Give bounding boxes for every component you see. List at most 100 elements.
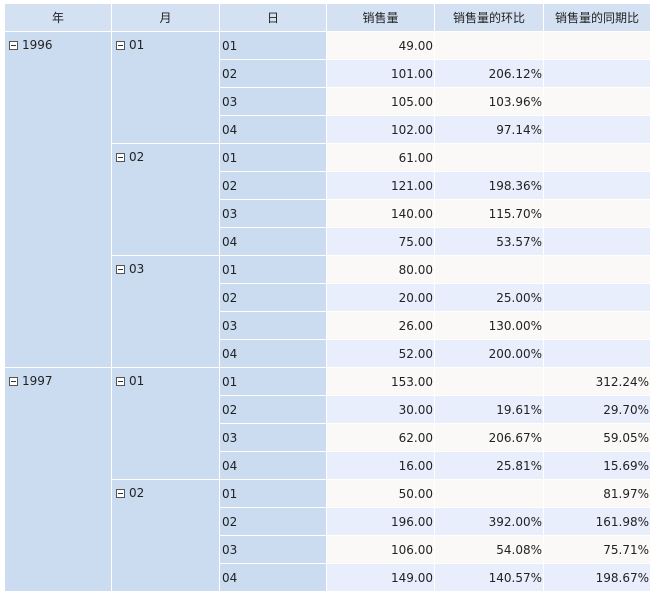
sales-cell: 50.00 (326, 479, 435, 508)
day-header-cell: 04 (219, 115, 327, 144)
sales-mom-ratio-cell: 19.61% (434, 395, 544, 424)
year-header-cell: 1997 (4, 367, 112, 592)
column-header-month[interactable]: 月 (111, 3, 220, 32)
day-header-cell: 01 (219, 255, 327, 284)
day-header-cell: 01 (219, 367, 327, 396)
sales-yoy-ratio-cell (543, 227, 651, 256)
month-header-cell: 01 (111, 367, 220, 480)
sales-cell: 196.00 (326, 507, 435, 536)
sales-mom-ratio-cell (434, 255, 544, 284)
day-header-cell: 02 (219, 395, 327, 424)
day-header-cell: 02 (219, 507, 327, 536)
day-header-cell: 03 (219, 199, 327, 228)
day-header-cell: 03 (219, 535, 327, 564)
sales-yoy-ratio-cell (543, 283, 651, 312)
column-header-day[interactable]: 日 (219, 3, 327, 32)
sales-cell: 52.00 (326, 339, 435, 368)
collapse-toggle-icon[interactable] (116, 489, 125, 498)
sales-cell: 30.00 (326, 395, 435, 424)
day-header-cell: 01 (219, 479, 327, 508)
table-row: 1997 01 01 153.00 312.24% (4, 367, 651, 592)
sales-yoy-ratio-cell (543, 339, 651, 368)
month-label: 02 (129, 486, 145, 500)
day-header-cell: 02 (219, 59, 327, 88)
sales-mom-ratio-cell: 200.00% (434, 339, 544, 368)
sales-yoy-ratio-cell (543, 87, 651, 116)
sales-mom-ratio-cell: 206.12% (434, 59, 544, 88)
sales-mom-ratio-cell (434, 367, 544, 396)
sales-yoy-ratio-cell (543, 255, 651, 284)
collapse-toggle-icon[interactable] (116, 265, 125, 274)
month-label: 01 (129, 374, 145, 388)
sales-cell: 153.00 (326, 367, 435, 396)
day-header-cell: 01 (219, 31, 327, 60)
sales-mom-ratio-cell: 198.36% (434, 171, 544, 200)
sales-cell: 80.00 (326, 255, 435, 284)
day-header-cell: 04 (219, 451, 327, 480)
month-header-cell: 02 (111, 479, 220, 592)
column-header-year[interactable]: 年 (4, 3, 112, 32)
sales-cell: 106.00 (326, 535, 435, 564)
sales-mom-ratio-cell: 206.67% (434, 423, 544, 452)
sales-cell: 140.00 (326, 199, 435, 228)
month-label: 01 (129, 38, 145, 52)
column-header-sales-yoy-ratio[interactable]: 销售量的同期比 (543, 3, 651, 32)
sales-mom-ratio-cell: 392.00% (434, 507, 544, 536)
day-header-cell: 03 (219, 311, 327, 340)
month-label: 02 (129, 150, 145, 164)
sales-yoy-ratio-cell: 59.05% (543, 423, 651, 452)
sales-mom-ratio-cell: 140.57% (434, 563, 544, 592)
pivot-table: 年 月 日 销售量 销售量的环比 销售量的同期比 1996 01 01 49.00 02… (4, 3, 651, 592)
sales-yoy-ratio-cell: 161.98% (543, 507, 651, 536)
table-body: 1996 01 01 49.00 02 101.00 206.12% 03 105.00 103.… (4, 31, 651, 592)
sales-yoy-ratio-cell: 81.97% (543, 479, 651, 508)
sales-yoy-ratio-cell: 29.70% (543, 395, 651, 424)
day-header-cell: 04 (219, 227, 327, 256)
year-label: 1996 (22, 38, 53, 52)
sales-cell: 101.00 (326, 59, 435, 88)
year-header-cell: 1996 (4, 31, 112, 368)
collapse-toggle-icon[interactable] (116, 153, 125, 162)
day-header-cell: 03 (219, 423, 327, 452)
day-header-cell: 02 (219, 171, 327, 200)
collapse-toggle-icon[interactable] (9, 41, 18, 50)
sales-cell: 62.00 (326, 423, 435, 452)
sales-yoy-ratio-cell: 198.67% (543, 563, 651, 592)
day-header-cell: 03 (219, 87, 327, 116)
month-header-cell: 01 (111, 31, 220, 144)
year-label: 1997 (22, 374, 53, 388)
column-header-sales[interactable]: 销售量 (326, 3, 435, 32)
day-header-cell: 01 (219, 143, 327, 172)
sales-yoy-ratio-cell (543, 199, 651, 228)
sales-mom-ratio-cell: 97.14% (434, 115, 544, 144)
day-header-cell: 04 (219, 339, 327, 368)
sales-mom-ratio-cell: 25.81% (434, 451, 544, 480)
day-header-cell: 04 (219, 563, 327, 592)
sales-mom-ratio-cell: 25.00% (434, 283, 544, 312)
column-header-sales-mom-ratio[interactable]: 销售量的环比 (434, 3, 544, 32)
sales-yoy-ratio-cell (543, 171, 651, 200)
month-label: 03 (129, 262, 145, 276)
sales-cell: 20.00 (326, 283, 435, 312)
sales-mom-ratio-cell (434, 31, 544, 60)
sales-cell: 102.00 (326, 115, 435, 144)
sales-yoy-ratio-cell (543, 115, 651, 144)
sales-cell: 149.00 (326, 563, 435, 592)
sales-mom-ratio-cell (434, 143, 544, 172)
sales-yoy-ratio-cell: 15.69% (543, 451, 651, 480)
sales-mom-ratio-cell: 53.57% (434, 227, 544, 256)
sales-yoy-ratio-cell (543, 59, 651, 88)
sales-mom-ratio-cell: 103.96% (434, 87, 544, 116)
month-header-cell: 03 (111, 255, 220, 368)
sales-yoy-ratio-cell: 312.24% (543, 367, 651, 396)
sales-cell: 75.00 (326, 227, 435, 256)
collapse-toggle-icon[interactable] (116, 41, 125, 50)
collapse-toggle-icon[interactable] (116, 377, 125, 386)
sales-mom-ratio-cell: 130.00% (434, 311, 544, 340)
collapse-toggle-icon[interactable] (9, 377, 18, 386)
table-row: 1996 01 01 49.00 (4, 31, 651, 368)
sales-cell: 105.00 (326, 87, 435, 116)
sales-cell: 49.00 (326, 31, 435, 60)
sales-yoy-ratio-cell (543, 311, 651, 340)
sales-cell: 121.00 (326, 171, 435, 200)
